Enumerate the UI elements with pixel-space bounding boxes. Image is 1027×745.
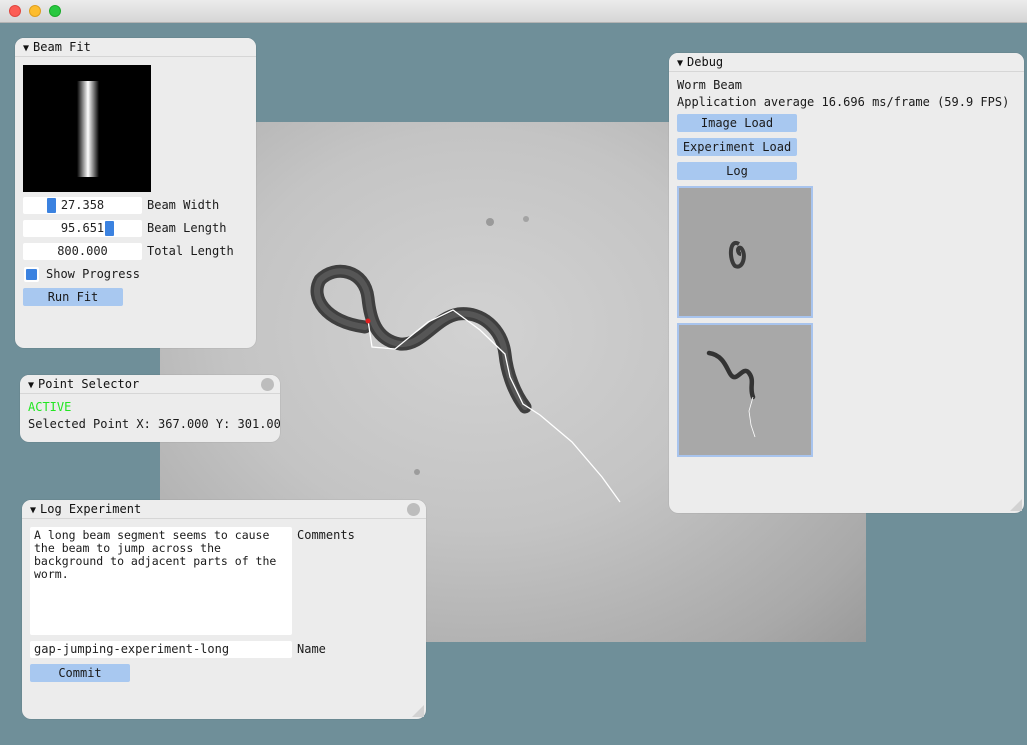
- beam-fit-panel: ▼ Beam Fit 27.358 Beam Width 95.651 Beam …: [15, 38, 256, 348]
- speckle-dot: [523, 216, 529, 222]
- minimize-window-button[interactable]: [29, 5, 41, 17]
- log-button[interactable]: Log: [677, 162, 797, 180]
- total-length-label: Total Length: [147, 244, 234, 258]
- total-length-value: 800.000: [57, 244, 108, 258]
- beam-length-label: Beam Length: [147, 221, 227, 235]
- beam-length-value: 95.651: [60, 221, 105, 235]
- point-selector-titlebar[interactable]: ▼ Point Selector: [20, 375, 280, 394]
- beam-fit-titlebar[interactable]: ▼ Beam Fit: [15, 38, 256, 57]
- collapse-triangle-icon[interactable]: ▼: [28, 377, 34, 395]
- total-length-input[interactable]: 800.000: [23, 243, 142, 260]
- run-fit-button[interactable]: Run Fit: [23, 288, 123, 306]
- beam-preview-stripe: [77, 81, 99, 177]
- wavy-worm-thumbnail[interactable]: [677, 323, 813, 457]
- selected-point-readout: Selected Point X: 367.000 Y: 301.00: [28, 417, 280, 431]
- beam-length-slider-grab[interactable]: [105, 221, 114, 236]
- comments-label: Comments: [297, 528, 355, 542]
- debug-title: Debug: [687, 55, 724, 69]
- collapse-triangle-icon[interactable]: ▼: [677, 55, 683, 73]
- point-selector-title: Point Selector: [38, 377, 140, 391]
- debug-panel: ▼ Debug Worm Beam Application average 16.…: [669, 53, 1024, 513]
- beam-width-slider-grab[interactable]: [47, 198, 56, 213]
- collapse-triangle-icon[interactable]: ▼: [30, 502, 36, 520]
- beam-width-value: 27.358: [60, 198, 105, 212]
- beam-width-label: Beam Width: [147, 198, 220, 212]
- beam-width-slider[interactable]: 27.358: [23, 197, 142, 214]
- speckle-dot: [486, 218, 494, 226]
- log-experiment-panel: ▼ Log Experiment A long beam segment seem…: [22, 500, 426, 719]
- debug-titlebar[interactable]: ▼ Debug: [669, 53, 1024, 72]
- curled-worm-thumbnail-svg: [679, 188, 811, 316]
- close-panel-icon[interactable]: [407, 503, 420, 516]
- checkbox-fill: [26, 269, 37, 280]
- wavy-worm-thumbnail-svg: [679, 325, 811, 455]
- app-name-text: Worm Beam: [677, 78, 743, 92]
- name-label: Name: [297, 642, 326, 656]
- image-load-button[interactable]: Image Load: [677, 114, 797, 132]
- selector-status: ACTIVE: [28, 400, 72, 414]
- selected-point-marker: [365, 318, 371, 324]
- experiment-name-value: gap-jumping-experiment-long: [34, 642, 230, 656]
- commit-button[interactable]: Commit: [30, 664, 130, 682]
- show-progress-label: Show Progress: [46, 267, 140, 281]
- resize-grip-icon[interactable]: [1010, 499, 1022, 511]
- point-selector-panel: ▼ Point Selector ACTIVE Selected Point X:…: [20, 375, 280, 442]
- log-experiment-title: Log Experiment: [40, 502, 142, 516]
- maximize-window-button[interactable]: [49, 5, 61, 17]
- beam-length-slider[interactable]: 95.651: [23, 220, 142, 237]
- speckle-dot: [414, 469, 420, 475]
- close-panel-icon[interactable]: [261, 378, 274, 391]
- window-titlebar: [0, 0, 1027, 23]
- log-experiment-titlebar[interactable]: ▼ Log Experiment: [22, 500, 426, 519]
- close-window-button[interactable]: [9, 5, 21, 17]
- experiment-load-button[interactable]: Experiment Load: [677, 138, 797, 156]
- beam-fit-title: Beam Fit: [33, 40, 91, 54]
- show-progress-checkbox[interactable]: [24, 267, 39, 282]
- beam-preview-image: [23, 65, 151, 192]
- fps-readout: Application average 16.696 ms/frame (59.…: [677, 95, 1010, 109]
- collapse-triangle-icon[interactable]: ▼: [23, 40, 29, 58]
- resize-grip-icon[interactable]: [412, 705, 424, 717]
- comments-textarea[interactable]: A long beam segment seems to cause the b…: [30, 527, 292, 635]
- experiment-name-input[interactable]: gap-jumping-experiment-long: [30, 641, 292, 658]
- curled-worm-thumbnail[interactable]: [677, 186, 813, 318]
